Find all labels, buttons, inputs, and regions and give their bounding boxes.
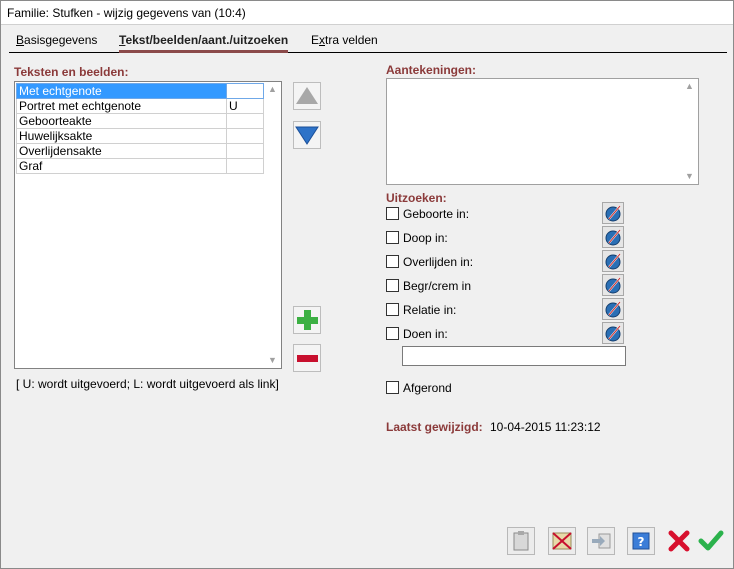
plus-icon (297, 310, 318, 330)
globe-pen-icon (605, 253, 621, 270)
cancel-button[interactable] (665, 527, 693, 555)
research-checkbox[interactable] (386, 327, 399, 340)
crossed-form-icon (552, 532, 572, 550)
remove-button[interactable] (293, 344, 321, 372)
table-row[interactable]: Portret met echtgenote U (16, 98, 264, 114)
tab-tekst-beelden[interactable]: Tekst/beelden/aant./uitzoeken (119, 33, 289, 53)
table-row[interactable]: Geboorteakte (16, 113, 264, 129)
globe-pen-icon (605, 229, 621, 246)
clipboard-button[interactable] (507, 527, 535, 555)
svg-text:?: ? (638, 535, 645, 549)
arrow-into-box-icon (592, 533, 611, 549)
delete-record-button[interactable] (548, 527, 576, 555)
help-button[interactable]: ? (627, 527, 655, 555)
table-row[interactable]: Overlijdensakte (16, 143, 264, 159)
globe-pen-icon (605, 325, 621, 342)
research-item-label: Geboorte in: (403, 207, 470, 221)
pick-source-button[interactable] (602, 250, 624, 272)
ok-button[interactable] (697, 527, 725, 555)
tab-extra-velden[interactable]: Extra velden (311, 33, 378, 50)
flag-legend: [ U: wordt uitgevoerd; L: wordt uitgevoe… (16, 377, 279, 391)
scroll-up-icon[interactable]: ▲ (685, 81, 694, 91)
texts-table: Met echtgenote Portret met echtgenote U G… (16, 83, 264, 174)
research-checkbox[interactable] (386, 231, 399, 244)
dialog-window: Familie: Stufken - wijzig gegevens van (… (0, 0, 734, 569)
add-button[interactable] (293, 306, 321, 334)
research-item-label: Doop in: (403, 231, 448, 245)
research-checkbox[interactable] (386, 303, 399, 316)
table-row[interactable]: Huwelijksakte (16, 128, 264, 144)
scroll-up-icon[interactable]: ▲ (268, 84, 277, 94)
research-checkbox[interactable] (386, 279, 399, 292)
triangle-up-icon (296, 87, 318, 104)
table-row[interactable]: Graf (16, 158, 264, 174)
globe-pen-icon (605, 301, 621, 318)
export-button[interactable] (587, 527, 615, 555)
scroll-down-icon[interactable]: ▼ (685, 171, 694, 181)
move-up-button[interactable] (293, 82, 321, 110)
pick-source-button[interactable] (602, 322, 624, 344)
notes-textarea[interactable]: ▲ ▼ (386, 78, 699, 185)
table-row[interactable]: Met echtgenote (16, 83, 264, 99)
pick-source-button[interactable] (602, 202, 624, 224)
texts-label: Teksten en beelden: (14, 65, 129, 79)
window-title: Familie: Stufken - wijzig gegevens van (… (7, 6, 246, 20)
green-check-icon (698, 530, 724, 551)
globe-pen-icon (605, 205, 621, 222)
todo-input[interactable] (402, 346, 626, 366)
research-checkbox[interactable] (386, 207, 399, 220)
texts-scrollbar[interactable]: ▲ ▼ (264, 82, 281, 368)
notes-scrollbar[interactable]: ▲ ▼ (681, 79, 698, 184)
research-item-label: Relatie in: (403, 303, 457, 317)
pick-source-button[interactable] (602, 274, 624, 296)
tab-basisgegevens[interactable]: Basisgegevens (16, 33, 97, 50)
research-checkbox[interactable] (386, 255, 399, 268)
completed-checkbox[interactable] (386, 381, 399, 394)
title-bar: Familie: Stufken - wijzig gegevens van (… (1, 1, 733, 25)
research-item-label: Doen in: (403, 327, 448, 341)
research-item-label: Overlijden in: (403, 255, 474, 269)
completed-label: Afgerond (403, 381, 452, 395)
pick-source-button[interactable] (602, 298, 624, 320)
research-label: Uitzoeken: (386, 191, 447, 205)
tab-bar: Basisgegevens Tekst/beelden/aant./uitzoe… (9, 31, 727, 53)
move-down-button[interactable] (293, 121, 321, 149)
research-item-label: Begr/crem in (403, 279, 472, 293)
last-modified-label: Laatst gewijzigd: (386, 420, 483, 434)
scroll-down-icon[interactable]: ▼ (268, 355, 277, 365)
notes-label: Aantekeningen: (386, 63, 477, 77)
minus-icon (297, 355, 318, 362)
red-x-icon (668, 530, 690, 552)
globe-pen-icon (605, 277, 621, 294)
clipboard-icon (513, 531, 529, 551)
pick-source-button[interactable] (602, 226, 624, 248)
last-modified-value: 10-04-2015 11:23:12 (490, 420, 601, 434)
texts-listbox[interactable]: Met echtgenote Portret met echtgenote U G… (14, 81, 282, 369)
help-icon: ? (632, 532, 650, 550)
triangle-down-icon (295, 126, 319, 145)
